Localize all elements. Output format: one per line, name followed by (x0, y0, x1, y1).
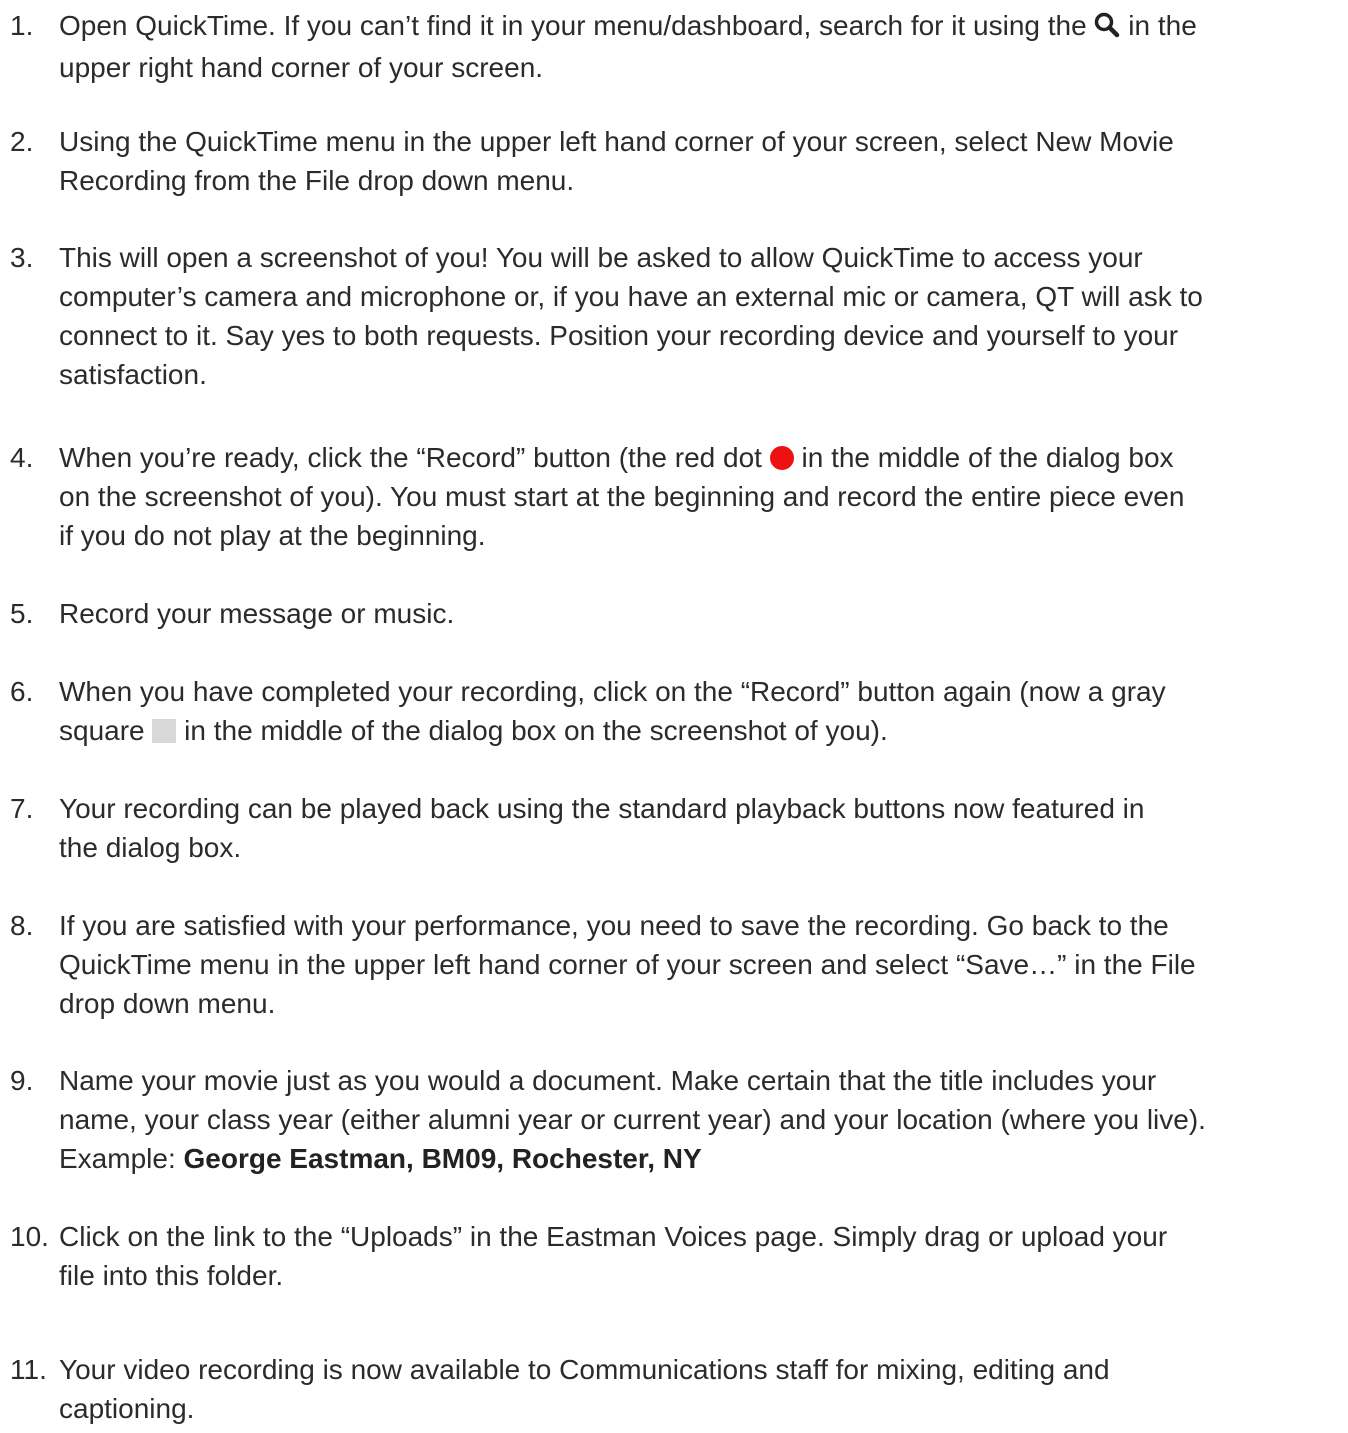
step-number: 9. (10, 1065, 34, 1096)
step-line: Your video recording is now available to… (59, 1354, 1110, 1385)
text-span: square (59, 715, 153, 746)
step-line: Record your message or music. (59, 598, 455, 629)
step-line: When you have completed your recording, … (59, 676, 1166, 707)
step-text: Click on the link to the “Uploads” in th… (59, 1217, 1341, 1295)
step-text: When you have completed your recording, … (59, 672, 1341, 750)
step-line: on the screenshot of you). You must star… (59, 481, 1185, 512)
step-number: 7. (10, 793, 34, 824)
text-span: in the middle of the dialog box on the s… (176, 715, 888, 746)
step-line: Example: George Eastman, BM09, Rochester… (59, 1139, 1341, 1178)
step-line: satisfaction. (59, 359, 207, 390)
text-span: Open QuickTime. If you can’t find it in … (59, 10, 1095, 41)
step-text: Record your message or music. (59, 594, 1341, 633)
text-span: When you’re ready, click the “Record” bu… (59, 442, 770, 473)
search-icon (1094, 9, 1120, 48)
step-line: Using the QuickTime menu in the upper le… (59, 126, 1174, 157)
step-text: Open QuickTime. If you can’t find it in … (59, 6, 1341, 87)
step-number: 5. (10, 598, 34, 629)
step-text: Name your movie just as you would a docu… (59, 1061, 1341, 1178)
step-number: 3. (10, 242, 34, 273)
step-text: Your video recording is now available to… (59, 1350, 1341, 1428)
step-line: captioning. (59, 1393, 195, 1424)
step-line: This will open a screenshot of you! You … (59, 242, 1143, 273)
red-dot-icon (769, 446, 794, 470)
step-line: the dialog box. (59, 832, 242, 863)
step-line: name, your class year (either alumni yea… (59, 1104, 1206, 1135)
step-number: 10. (10, 1221, 49, 1252)
step-text: Using the QuickTime menu in the upper le… (59, 122, 1341, 200)
step-number: 1. (10, 10, 34, 41)
step-line: drop down menu. (59, 988, 276, 1019)
step-line: computer’s camera and microphone or, if … (59, 281, 1203, 312)
step-line: QuickTime menu in the upper left hand co… (59, 949, 1196, 980)
step-line: If you are satisfied with your performan… (59, 910, 1169, 941)
step-text: If you are satisfied with your performan… (59, 906, 1341, 1023)
step-line: upper right hand corner of your screen. (59, 52, 544, 83)
step-number: 8. (10, 910, 34, 941)
step-text: When you’re ready, click the “Record” bu… (59, 438, 1341, 555)
step-line: Click on the link to the “Uploads” in th… (59, 1221, 1168, 1252)
text-span: Example: (59, 1143, 184, 1174)
step-line: Your recording can be played back using … (59, 793, 1145, 824)
step-line: connect to it. Say yes to both requests.… (59, 320, 1179, 351)
step-line: When you’re ready, click the “Record” bu… (59, 438, 1341, 477)
step-number: 6. (10, 676, 34, 707)
step-line: Recording from the File drop down menu. (59, 165, 575, 196)
step-line: square in the middle of the dialog box o… (59, 711, 1341, 750)
step-line: file into this folder. (59, 1260, 284, 1291)
text-span: in the middle of the dialog box (793, 442, 1174, 473)
step-number: 2. (10, 126, 34, 157)
text-span: in the (1120, 10, 1197, 41)
step-text: Your recording can be played back using … (59, 789, 1341, 867)
step-line: Open QuickTime. If you can’t find it in … (59, 6, 1341, 48)
step-number: 11. (10, 1354, 47, 1385)
step-text: This will open a screenshot of you! You … (59, 238, 1341, 394)
step-line: Name your movie just as you would a docu… (59, 1065, 1157, 1096)
step-number: 4. (10, 442, 34, 473)
gray-square-icon (152, 719, 177, 743)
step-line: if you do not play at the beginning. (59, 520, 486, 551)
example-filename: George Eastman, BM09, Rochester, NY (183, 1143, 702, 1174)
